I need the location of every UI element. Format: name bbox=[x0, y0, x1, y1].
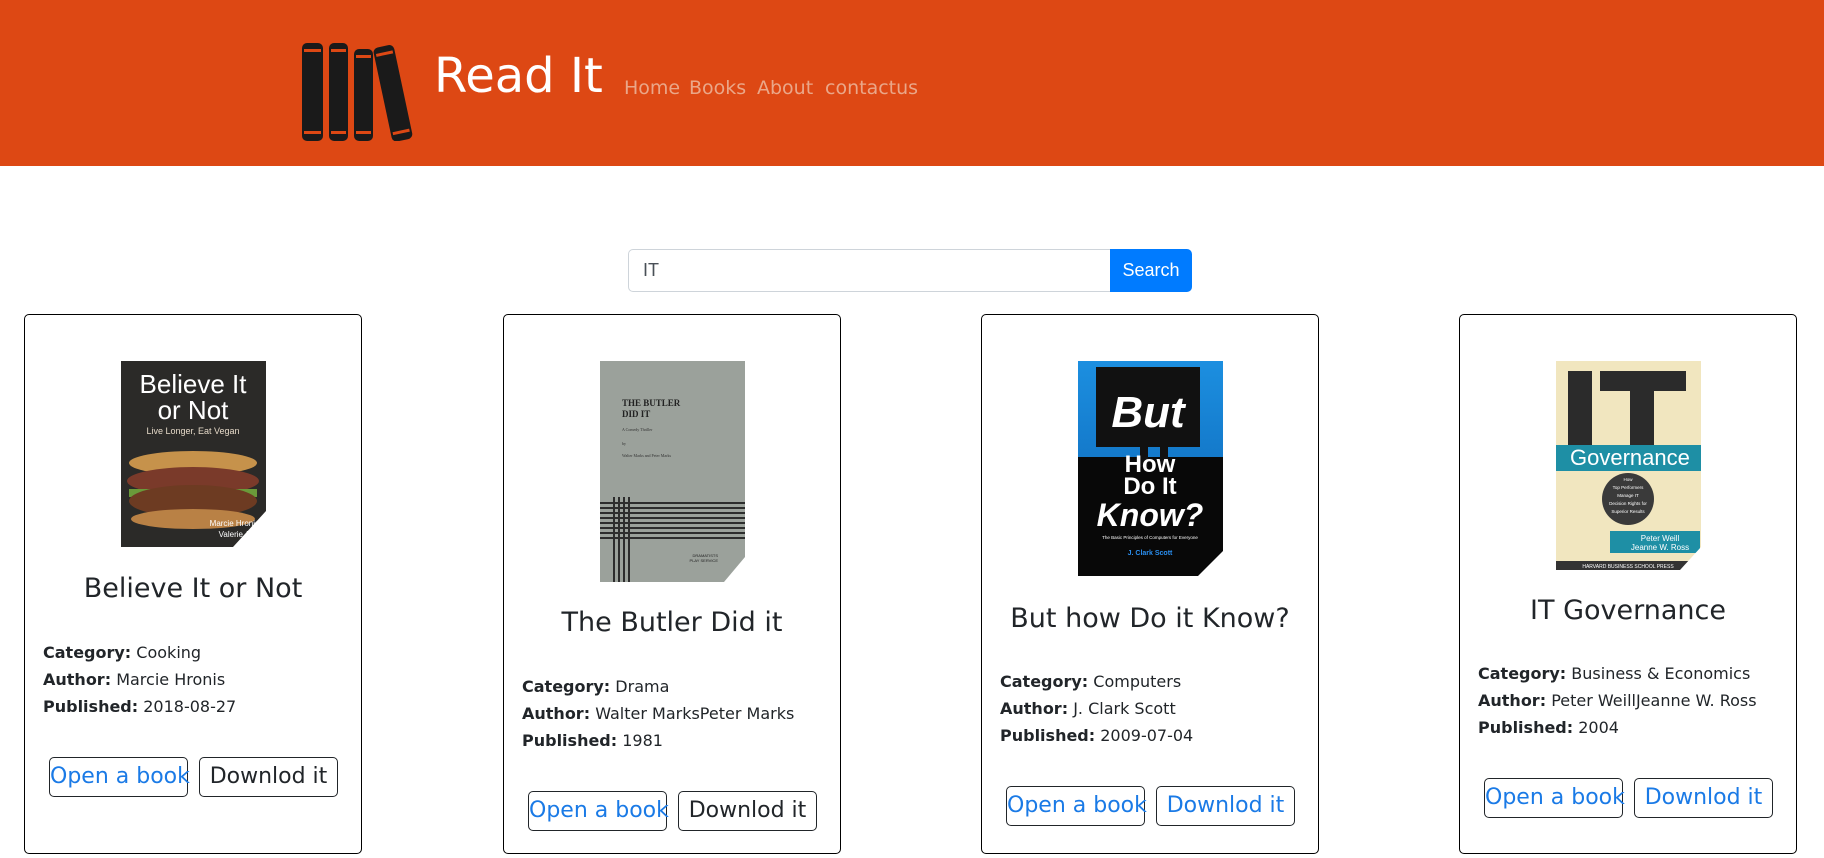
nav-contactus[interactable]: contactus bbox=[825, 76, 918, 100]
category-value: Drama bbox=[615, 677, 670, 696]
book-meta: Category: Computers Author: J. Clark Sco… bbox=[1000, 668, 1193, 749]
published-value: 2018-08-27 bbox=[143, 697, 237, 716]
author-label: Author: bbox=[522, 704, 591, 723]
author-value: Marcie Hronis bbox=[116, 670, 226, 689]
nav-about[interactable]: About bbox=[757, 76, 813, 100]
published-label: Published: bbox=[522, 731, 618, 750]
cover-circle-3: Manage IT bbox=[1617, 493, 1639, 498]
author-label: Author: bbox=[43, 670, 112, 689]
category-label: Category: bbox=[1478, 664, 1567, 683]
book-card: THE BUTLER DID IT A Comedy Thriller by W… bbox=[503, 314, 841, 854]
search-button[interactable]: Search bbox=[1110, 249, 1192, 292]
book-card: Believe It or Not Live Longer, Eat Vegan… bbox=[24, 314, 362, 854]
cover-title-line2: or Not bbox=[158, 395, 230, 425]
search-input[interactable] bbox=[628, 249, 1111, 292]
published-value: 2009-07-04 bbox=[1100, 726, 1194, 745]
cover-author-1: Peter Weill bbox=[1641, 534, 1680, 543]
book-cover[interactable]: THE BUTLER DID IT A Comedy Thriller by W… bbox=[600, 361, 745, 582]
download-button[interactable]: Downlod it bbox=[678, 791, 817, 831]
cover-publisher-2: PLAY SERVICE bbox=[690, 558, 719, 563]
download-button[interactable]: Downlod it bbox=[1156, 786, 1295, 826]
nav-home[interactable]: Home bbox=[624, 76, 680, 100]
book-title: But how Do it Know? bbox=[1010, 603, 1290, 634]
open-book-button[interactable]: Open a book bbox=[49, 757, 190, 797]
cover-title-line4: Know? bbox=[1097, 497, 1204, 533]
open-book-button[interactable]: Open a book bbox=[1006, 786, 1147, 826]
cover-author-2: Valerie Ang bbox=[219, 530, 259, 539]
cover-circle-1: How bbox=[1623, 477, 1633, 482]
author-label: Author: bbox=[1478, 691, 1547, 710]
book-meta: Category: Drama Author: Walter MarksPete… bbox=[522, 673, 794, 754]
book-title: Believe It or Not bbox=[83, 573, 303, 604]
cover-subtitle: The Basic Principles of Computers for Ev… bbox=[1102, 535, 1198, 540]
book-cover[interactable]: Governance How Top Performers Manage IT … bbox=[1556, 361, 1701, 570]
open-book-button[interactable]: Open a book bbox=[1484, 778, 1625, 818]
cover-publisher: HARVARD BUSINESS SCHOOL PRESS bbox=[1582, 564, 1674, 570]
category-label: Category: bbox=[522, 677, 611, 696]
book-card: But How Do It Know? The Basic Principles… bbox=[981, 314, 1319, 854]
published-value: 1981 bbox=[622, 731, 663, 750]
cover-title-line1: But bbox=[1111, 388, 1187, 437]
book-meta: Category: Business & Economics Author: P… bbox=[1478, 660, 1757, 741]
published-label: Published: bbox=[1478, 718, 1574, 737]
cover-author-2: Jeanne W. Ross bbox=[1631, 543, 1689, 552]
cover-circle-5: Superior Results bbox=[1611, 509, 1645, 514]
author-label: Author: bbox=[1000, 699, 1069, 718]
books-icon[interactable] bbox=[302, 31, 418, 141]
download-button[interactable]: Downlod it bbox=[1634, 778, 1773, 818]
download-button[interactable]: Downlod it bbox=[199, 757, 338, 797]
category-label: Category: bbox=[43, 643, 132, 662]
book-cover[interactable]: Believe It or Not Live Longer, Eat Vegan… bbox=[121, 361, 266, 547]
cover-title-line1: THE BUTLER bbox=[622, 398, 681, 408]
book-cover[interactable]: But How Do It Know? The Basic Principles… bbox=[1078, 361, 1223, 576]
book-card: Governance How Top Performers Manage IT … bbox=[1459, 314, 1797, 854]
cover-title-line3: Do It bbox=[1123, 473, 1176, 500]
cover-circle-2: Top Performers bbox=[1613, 485, 1645, 490]
cover-circle-4: Decision Rights for bbox=[1609, 501, 1647, 506]
author-value: Peter WeillJeanne W. Ross bbox=[1551, 691, 1757, 710]
cover-title-line2: DID IT bbox=[622, 409, 650, 419]
open-book-button[interactable]: Open a book bbox=[528, 791, 669, 831]
cover-author: J. Clark Scott bbox=[1128, 550, 1173, 557]
author-value: Walter MarksPeter Marks bbox=[595, 704, 795, 723]
cover-authors: Walter Marks and Peter Marks bbox=[622, 453, 671, 458]
cover-subtitle: Live Longer, Eat Vegan bbox=[146, 426, 239, 436]
navbar: Read It Home Books About contactus bbox=[0, 0, 1824, 166]
book-title: IT Governance bbox=[1530, 595, 1726, 626]
cover-author-1: Marcie Hronis bbox=[210, 519, 259, 528]
category-label: Category: bbox=[1000, 672, 1089, 691]
book-meta: Category: Cooking Author: Marcie Hronis … bbox=[43, 639, 236, 720]
category-value: Computers bbox=[1093, 672, 1182, 691]
cover-title: Governance bbox=[1570, 445, 1690, 470]
cover-subtitle: A Comedy Thriller bbox=[622, 427, 653, 432]
cover-by: by bbox=[622, 441, 626, 446]
nav-books[interactable]: Books bbox=[689, 76, 746, 100]
category-value: Cooking bbox=[136, 643, 202, 662]
brand-title[interactable]: Read It bbox=[434, 44, 603, 108]
book-title: The Butler Did it bbox=[561, 607, 783, 638]
published-label: Published: bbox=[43, 697, 139, 716]
category-value: Business & Economics bbox=[1571, 664, 1751, 683]
published-value: 2004 bbox=[1578, 718, 1619, 737]
author-value: J. Clark Scott bbox=[1073, 699, 1176, 718]
published-label: Published: bbox=[1000, 726, 1096, 745]
